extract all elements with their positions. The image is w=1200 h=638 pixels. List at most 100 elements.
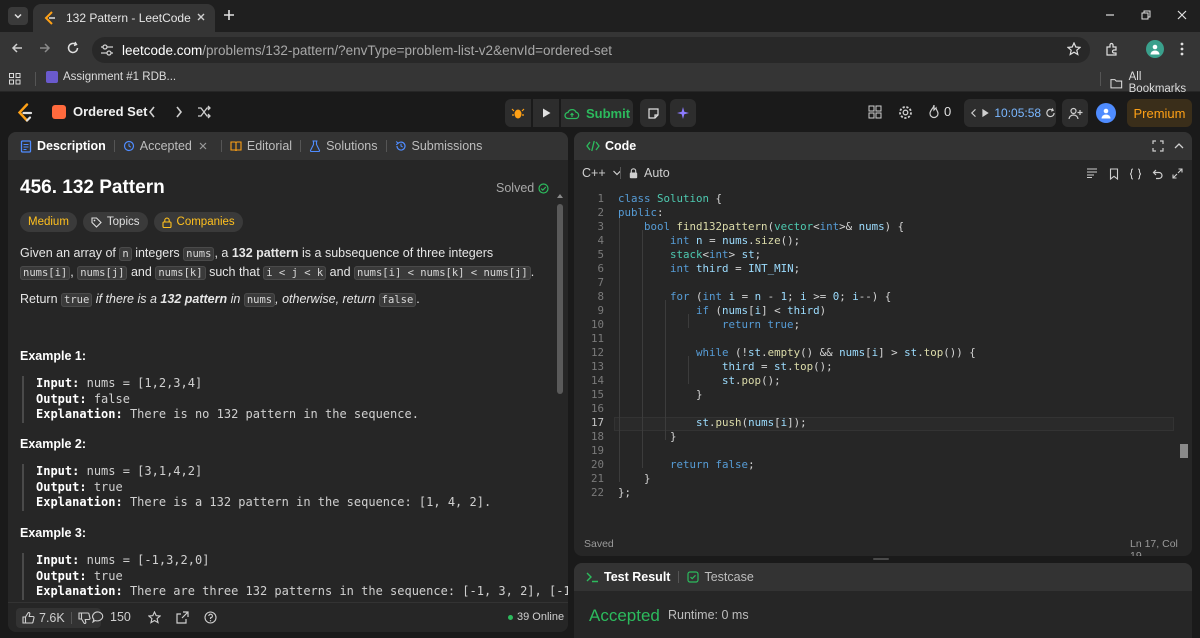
restore-icon[interactable] xyxy=(1140,9,1152,21)
star-icon[interactable] xyxy=(148,611,161,624)
tab-description[interactable]: Description xyxy=(16,139,110,153)
comments-button[interactable]: 150 xyxy=(92,610,131,624)
bookmark-icon[interactable] xyxy=(1109,168,1119,180)
example-explanation: There are three 132 patterns in the sequ… xyxy=(129,584,568,598)
code-line: bool find132pattern(vector<int>& nums) { xyxy=(644,220,905,233)
description-scrollbar[interactable] xyxy=(557,204,563,394)
editor-scrollbar[interactable] xyxy=(1180,444,1188,458)
layout-grid-icon[interactable] xyxy=(868,105,882,119)
reload-icon[interactable] xyxy=(66,41,80,55)
text: Given an array of xyxy=(20,246,116,260)
new-tab-icon[interactable] xyxy=(222,8,236,22)
code-line: } xyxy=(618,388,703,401)
topics-tag[interactable]: Topics xyxy=(82,212,148,232)
expand-icon[interactable] xyxy=(1172,168,1183,179)
bookmark-star-icon[interactable] xyxy=(1067,42,1081,56)
next-problem-icon[interactable] xyxy=(174,105,184,119)
all-bookmarks-button[interactable]: All Bookmarks xyxy=(1110,71,1200,95)
minimize-icon[interactable] xyxy=(1104,9,1116,21)
code-editor[interactable]: 1 2 3 4 5 6 7 8 9 10 11 12 13 14 15 16 1… xyxy=(574,188,1192,528)
forward-icon[interactable] xyxy=(38,41,52,55)
close-icon[interactable] xyxy=(198,141,208,151)
explanation-label: Explanation: xyxy=(36,584,123,598)
tab-search-button[interactable] xyxy=(8,7,28,25)
site-settings-icon[interactable] xyxy=(100,44,114,56)
prev-problem-icon[interactable] xyxy=(147,105,157,119)
browser-tab-active[interactable]: 132 Pattern - LeetCode xyxy=(33,4,215,32)
format-icon[interactable] xyxy=(1086,168,1098,178)
language-select[interactable]: C++ xyxy=(582,166,622,180)
close-icon[interactable] xyxy=(195,11,207,23)
gear-icon[interactable] xyxy=(898,105,913,120)
maximize-icon[interactable] xyxy=(1152,140,1164,152)
text: Return xyxy=(20,292,58,306)
braces-icon[interactable] xyxy=(1129,168,1142,180)
problem-title[interactable]: 456. 132 Pattern xyxy=(20,177,165,199)
online-label: 39 Online xyxy=(517,611,565,623)
panel-resize-handle[interactable] xyxy=(873,558,889,560)
shuffle-icon[interactable] xyxy=(197,105,212,119)
line-number: 17 xyxy=(590,416,604,429)
auto-mode-toggle[interactable]: Auto xyxy=(629,166,670,180)
example-output: true xyxy=(93,479,123,494)
run-button[interactable] xyxy=(533,99,559,127)
invite-button[interactable] xyxy=(1062,99,1088,127)
timer-value: 10:05:58 xyxy=(994,106,1042,120)
user-avatar[interactable] xyxy=(1096,103,1116,123)
bookmark-item[interactable]: Assignment #1 RDB... xyxy=(46,71,176,83)
problem-list-button[interactable]: Ordered Set xyxy=(52,104,147,119)
test-result-panel: Test Result Testcase Accepted Runtime: 0… xyxy=(574,563,1192,638)
share-icon[interactable] xyxy=(176,611,189,624)
tab-code[interactable]: Code xyxy=(582,139,640,153)
debug-button[interactable] xyxy=(505,99,531,127)
streak-counter[interactable]: 0 xyxy=(928,104,951,119)
example-input: nums = [3,1,4,2] xyxy=(86,464,203,478)
ai-assistant-button[interactable] xyxy=(670,99,696,127)
tab-editorial[interactable]: Editorial xyxy=(226,139,296,153)
extensions-icon[interactable] xyxy=(1105,42,1119,56)
text: such that xyxy=(209,265,260,279)
tab-submissions[interactable]: Submissions xyxy=(391,139,487,153)
tab-description-label: Description xyxy=(37,139,106,153)
menu-kebab-icon[interactable] xyxy=(1180,42,1184,56)
example-input: nums = [1,2,3,4] xyxy=(86,376,203,390)
book-icon xyxy=(230,141,242,152)
timer-widget[interactable]: 10:05:58 xyxy=(964,99,1056,127)
bookmarks-bar: Assignment #1 RDB... All Bookmarks xyxy=(0,66,1200,95)
back-icon[interactable] xyxy=(10,41,24,55)
inline-code: nums xyxy=(243,293,276,307)
collapse-icon[interactable] xyxy=(1174,141,1184,151)
problem-tags: Medium Topics Companies xyxy=(20,212,243,232)
tab-accepted[interactable]: Accepted xyxy=(119,139,217,153)
undo-icon[interactable] xyxy=(1151,168,1163,180)
notes-button[interactable] xyxy=(640,99,666,127)
code-line: class Solution { xyxy=(618,192,723,205)
browser-tab-strip: 132 Pattern - LeetCode xyxy=(0,0,1200,32)
divider xyxy=(70,612,72,624)
apps-grid-icon[interactable] xyxy=(9,73,21,85)
profile-avatar[interactable] xyxy=(1146,40,1164,58)
line-number: 5 xyxy=(597,248,604,261)
code-line: st.push(nums[i]); xyxy=(696,416,807,429)
thumbs-down-icon[interactable] xyxy=(78,612,91,624)
tab-solutions[interactable]: Solutions xyxy=(305,139,381,153)
solved-label: Solved xyxy=(496,181,535,195)
tab-test-result[interactable]: Test Result xyxy=(582,570,674,584)
scroll-up-icon[interactable] xyxy=(557,193,563,199)
description-footer: 7.6K 150 39 Online xyxy=(8,602,568,632)
example-explanation: There is no 132 pattern in the sequence. xyxy=(129,407,419,421)
tab-testcase[interactable]: Testcase xyxy=(683,570,757,584)
companies-tag[interactable]: Companies xyxy=(153,212,243,232)
explanation-label: Explanation: xyxy=(36,407,123,421)
window-close-icon[interactable] xyxy=(1176,9,1188,21)
code-line: int n = nums.size(); xyxy=(670,234,801,247)
premium-button[interactable]: Premium xyxy=(1127,99,1192,127)
submit-button[interactable]: Submit xyxy=(561,99,633,127)
url-input[interactable]: leetcode.com/problems/132-pattern/?envTy… xyxy=(92,37,1090,63)
help-icon[interactable] xyxy=(204,611,217,624)
leetcode-logo-icon[interactable] xyxy=(16,103,34,123)
thumbs-up-icon[interactable] xyxy=(22,612,35,624)
text: , a xyxy=(214,246,229,260)
output-label: Output: xyxy=(36,479,87,494)
reset-icon xyxy=(1046,108,1055,118)
